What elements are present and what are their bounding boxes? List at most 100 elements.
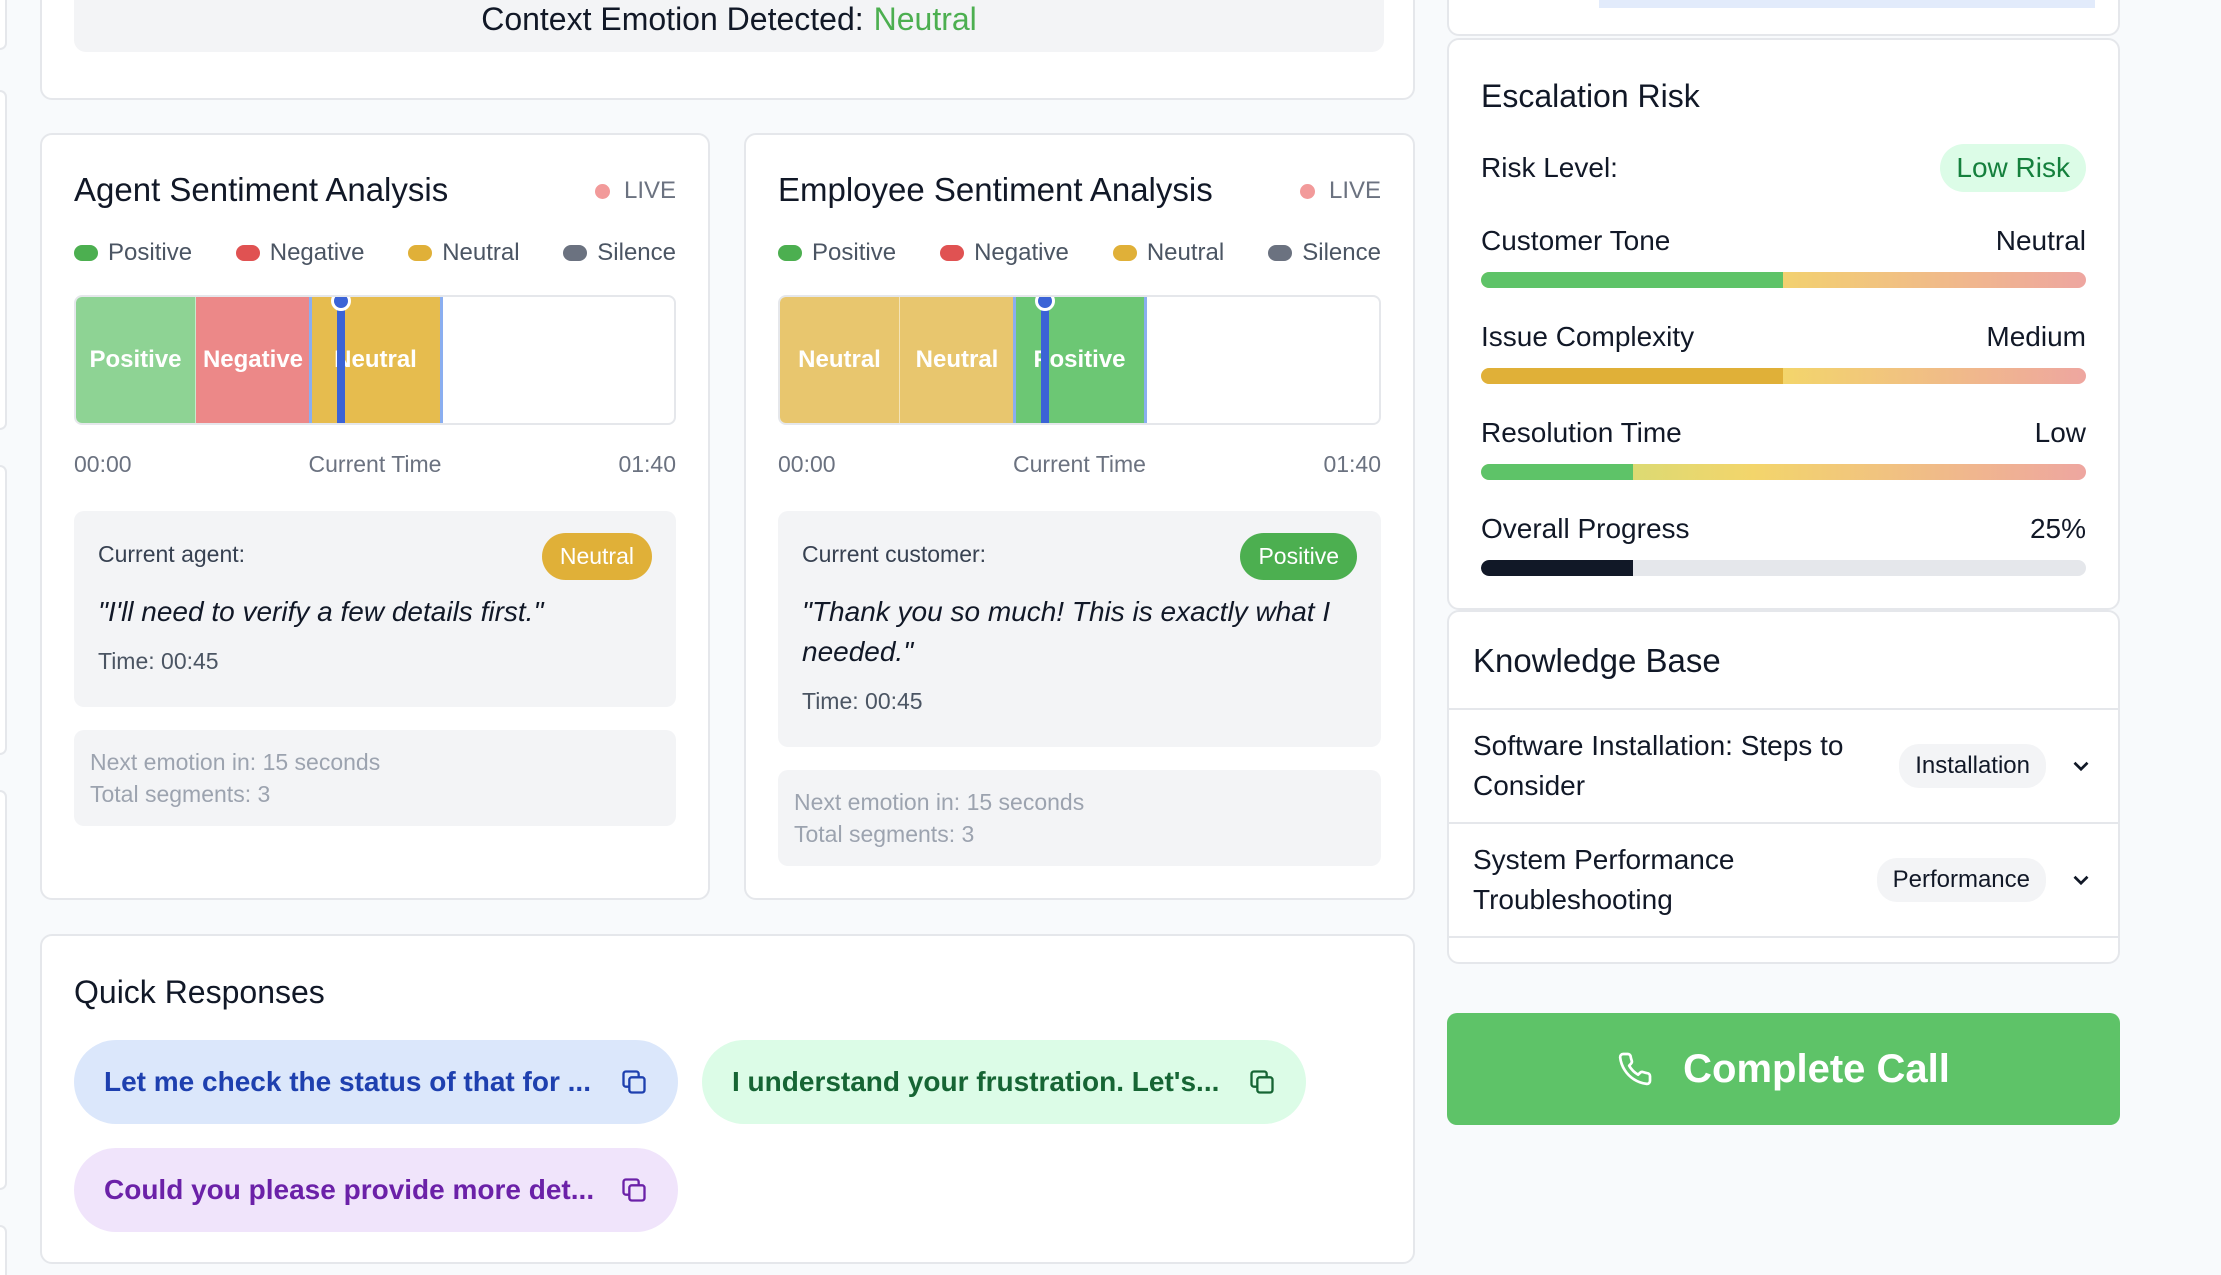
time-end: 01:40 <box>618 451 676 477</box>
live-label: LIVE <box>1328 177 1381 204</box>
agent-sentiment-timeline[interactable]: Positive Negative Neutral <box>74 295 676 425</box>
timeline-segment[interactable]: Neutral <box>311 297 441 423</box>
top-right-card-fill <box>1599 0 2095 8</box>
next-emotion-text: Next emotion in: 15 seconds <box>794 789 1085 815</box>
left-panel-edge <box>0 1225 7 1275</box>
kb-item-title: System Performance Troubleshooting <box>1473 844 1735 915</box>
segment-boundary <box>1144 297 1147 423</box>
chevron-down-icon[interactable] <box>2068 753 2094 779</box>
top-right-card <box>1447 0 2120 36</box>
neutral-swatch-icon <box>1112 245 1137 261</box>
resolution-time-bar-fill <box>1481 464 1633 480</box>
timeline-labels: 00:00 Current Time 01:40 <box>74 451 676 478</box>
live-dot-icon <box>594 183 610 199</box>
quick-response-button[interactable]: I understand your frustration. Let's... <box>702 1040 1306 1124</box>
kb-item[interactable]: System Performance Troubleshooting Perfo… <box>1449 822 2118 936</box>
timeline-segment[interactable]: Positive <box>76 297 196 423</box>
chevron-down-icon[interactable] <box>2068 867 2094 893</box>
agent-sentiment-badge: Neutral <box>541 533 652 580</box>
legend-label: Positive <box>812 239 897 266</box>
quick-responses-card: Quick Responses Let me check the status … <box>40 934 1415 1264</box>
timeline-segment[interactable]: Neutral <box>780 297 900 423</box>
legend-neutral: Neutral <box>1112 239 1225 267</box>
legend-negative: Negative <box>940 239 1069 267</box>
metric-value: Low <box>2034 417 2086 448</box>
legend-label: Positive <box>108 239 193 266</box>
current-time-label: Current Time <box>1013 451 1146 477</box>
time-start: 00:00 <box>778 451 836 477</box>
resolution-time-bar <box>1481 464 2086 480</box>
customer-quote: "Thank you so much! This is exactly what… <box>802 596 1331 667</box>
agent-sentiment-card: Agent Sentiment Analysis LIVE Positive N… <box>40 133 710 900</box>
current-time-label: Current Time <box>308 451 442 477</box>
negative-swatch-icon <box>235 245 260 261</box>
legend-silence: Silence <box>563 239 676 267</box>
quick-response-text: Could you please provide more det... <box>104 1174 595 1205</box>
left-panel-edge <box>0 90 7 430</box>
risk-level-badge: Low Risk <box>1940 144 2086 192</box>
segment-boundary <box>440 297 443 423</box>
kb-item-partial[interactable] <box>1449 936 2118 962</box>
positive-swatch-icon <box>74 245 98 261</box>
playhead-marker[interactable] <box>1041 297 1049 423</box>
timeline-labels: 00:00 Current Time 01:40 <box>778 451 1381 478</box>
metric-row: Issue Complexity Medium <box>1481 321 2086 353</box>
legend-neutral: Neutral <box>408 239 520 267</box>
agent-sentiment-title: Agent Sentiment Analysis <box>74 171 449 208</box>
complete-call-label: Complete Call <box>1683 1046 1950 1091</box>
issue-complexity-bar-fill <box>1481 368 1783 384</box>
context-emotion-label: Context Emotion Detected: <box>481 0 864 37</box>
live-indicator: LIVE <box>1299 177 1381 205</box>
quick-response-button[interactable]: Could you please provide more det... <box>74 1148 678 1232</box>
total-segments-text: Total segments: 3 <box>90 781 271 807</box>
metric-value: Medium <box>1986 321 2086 352</box>
knowledge-base-title: Knowledge Base <box>1473 642 1721 679</box>
playhead-marker[interactable] <box>337 297 345 423</box>
kb-item-tag: Performance <box>1876 858 2046 902</box>
customer-sentiment-badge: Positive <box>1240 533 1357 580</box>
quick-responses-title: Quick Responses <box>74 974 325 1010</box>
legend-silence: Silence <box>1268 239 1381 267</box>
complete-call-button[interactable]: Complete Call <box>1447 1013 2120 1125</box>
live-dot-icon <box>1299 183 1315 199</box>
legend-label: Neutral <box>1146 239 1225 266</box>
overall-progress-bar-fill <box>1481 560 1633 576</box>
sentiment-legend: Positive Negative Neutral Silence <box>74 239 676 267</box>
employee-sentiment-card: Employee Sentiment Analysis LIVE Positiv… <box>744 133 1415 900</box>
negative-swatch-icon <box>940 245 965 261</box>
timeline-segment[interactable]: Positive <box>1015 297 1145 423</box>
timeline-segment[interactable]: Negative <box>196 297 311 423</box>
customer-quote-time: Time: 00:45 <box>802 688 923 714</box>
agent-next-emotion-box: Next emotion in: 15 seconds Total segmen… <box>74 730 676 826</box>
kb-item[interactable]: Software Installation: Steps to Consider… <box>1449 708 2118 822</box>
risk-level-row: Risk Level: Low Risk <box>1481 144 2086 192</box>
left-panel-edge <box>0 465 7 755</box>
metric-label: Issue Complexity <box>1481 321 1695 352</box>
escalation-risk-card: Escalation Risk Risk Level: Low Risk Cus… <box>1447 38 2120 610</box>
copy-icon[interactable] <box>620 1068 648 1096</box>
phone-icon <box>1618 1052 1652 1086</box>
quick-response-text: Let me check the status of that for ... <box>104 1066 591 1097</box>
risk-level-label: Risk Level: <box>1481 152 1618 183</box>
legend-positive: Positive <box>778 239 896 267</box>
positive-swatch-icon <box>778 245 802 261</box>
timeline-segment[interactable]: Neutral <box>900 297 1015 423</box>
quick-response-text: I understand your frustration. Let's... <box>732 1066 1220 1097</box>
customer-tone-bar <box>1481 272 2086 288</box>
context-emotion-banner: Context Emotion Detected: Neutral <box>74 0 1384 52</box>
current-customer-box: Current customer: Positive "Thank you so… <box>778 511 1381 747</box>
legend-label: Neutral <box>442 239 520 266</box>
copy-icon[interactable] <box>620 1176 648 1204</box>
context-emotion-card: Context Emotion Detected: Neutral <box>40 0 1415 100</box>
left-panel-edge <box>0 790 7 1190</box>
copy-icon[interactable] <box>1248 1068 1276 1096</box>
legend-negative: Negative <box>235 239 364 267</box>
employee-sentiment-timeline[interactable]: Neutral Neutral Positive <box>778 295 1381 425</box>
kb-item-tag: Installation <box>1899 744 2046 788</box>
quick-response-button[interactable]: Let me check the status of that for ... <box>74 1040 678 1124</box>
total-segments-text: Total segments: 3 <box>794 821 975 847</box>
context-emotion-value: Neutral <box>873 0 977 37</box>
customer-next-emotion-box: Next emotion in: 15 seconds Total segmen… <box>778 770 1381 866</box>
silence-swatch-icon <box>563 245 588 261</box>
overall-progress-bar <box>1481 560 2086 576</box>
